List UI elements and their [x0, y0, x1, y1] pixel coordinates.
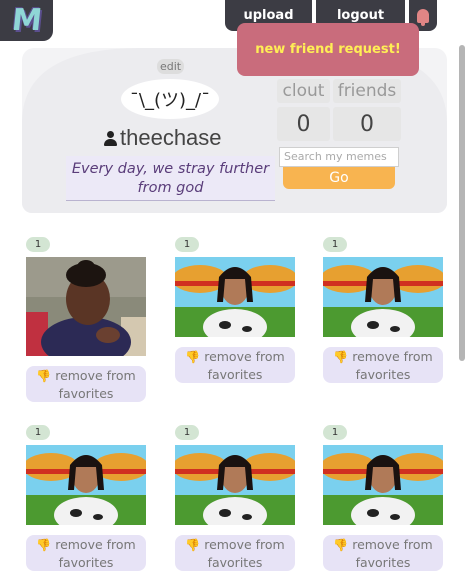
remove-from-favorites-button[interactable]: 👎 remove from favorites: [26, 535, 146, 571]
remove-from-favorites-button[interactable]: 👎 remove from favorites: [175, 347, 295, 383]
thumbs-down-icon: 👎: [185, 350, 201, 364]
logo-letter: M: [9, 3, 44, 38]
friends-label[interactable]: friends: [333, 79, 401, 103]
thumbs-down-icon: 👎: [333, 538, 349, 552]
page: M upload logout new friend request! edit…: [0, 0, 469, 572]
meme-image-side-eye[interactable]: [26, 257, 146, 356]
scrollbar[interactable]: [459, 45, 465, 361]
friend-request-notification[interactable]: new friend request!: [237, 23, 419, 76]
favorite-count-badge: 1: [26, 237, 50, 252]
search-input[interactable]: Search my memes: [279, 147, 399, 167]
favorite-count-badge: 1: [323, 425, 347, 440]
user-icon: [103, 130, 118, 146]
meme-image-burger[interactable]: [175, 257, 295, 337]
meme-image-burger[interactable]: [323, 257, 443, 337]
thumbs-down-icon: 👎: [36, 538, 52, 552]
meme-image-burger[interactable]: [26, 445, 146, 525]
remove-from-favorites-button[interactable]: 👎 remove from favorites: [323, 347, 443, 383]
thumbs-down-icon: 👎: [333, 350, 349, 364]
bell-icon: [417, 8, 429, 26]
username: theechase: [120, 125, 222, 150]
thumbs-down-icon: 👎: [36, 369, 52, 383]
clout-value: 0: [277, 107, 330, 141]
meme-image-burger[interactable]: [175, 445, 295, 525]
profile-bio: Every day, we stray further from god: [66, 156, 275, 201]
thumbs-down-icon: 👎: [185, 538, 201, 552]
edit-profile-link[interactable]: edit: [157, 59, 184, 74]
meme-image-burger[interactable]: [323, 445, 443, 525]
remove-from-favorites-button[interactable]: 👎 remove from favorites: [175, 535, 295, 571]
app-logo[interactable]: M: [0, 0, 53, 41]
favorite-count-badge: 1: [323, 237, 347, 252]
remove-from-favorites-button[interactable]: 👎 remove from favorites: [26, 366, 146, 402]
favorite-count-badge: 1: [175, 425, 199, 440]
search-go-button[interactable]: Go: [283, 167, 395, 189]
remove-from-favorites-button[interactable]: 👎 remove from favorites: [323, 535, 443, 571]
favorite-count-badge: 1: [175, 237, 199, 252]
avatar: ¯\_(ツ)_/¯: [121, 79, 219, 119]
clout-label: clout: [277, 79, 330, 103]
friends-value[interactable]: 0: [333, 107, 401, 141]
favorite-count-badge: 1: [26, 425, 50, 440]
username-row: theechase: [103, 124, 222, 152]
